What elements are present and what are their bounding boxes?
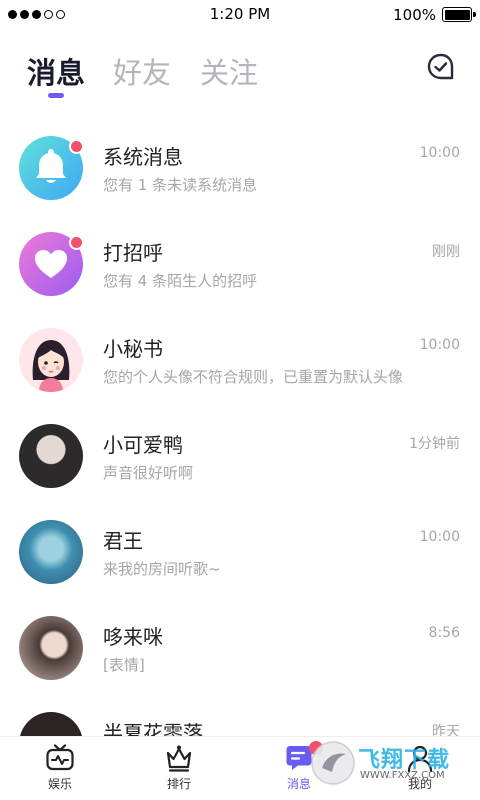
chat-bubble-check-icon[interactable] (426, 52, 456, 82)
unread-dot (69, 235, 84, 250)
nav-entertainment[interactable]: 娱乐 (20, 743, 100, 792)
active-tab-indicator (48, 93, 64, 98)
watermark-logo-icon (311, 741, 355, 785)
conversation-preview: 您有 4 条陌生人的招呼 (103, 272, 258, 290)
conversation-time: 10:00 (419, 145, 460, 161)
conversation-time: 刚刚 (432, 244, 460, 260)
conversation-row[interactable]: 小可爱鸭 1分钟前 声音很好听啊 (0, 408, 480, 504)
conversation-name: 哆来咪 (103, 625, 163, 649)
conversation-system-messages[interactable]: 系统消息 10:00 您有 1 条未读系统消息 (0, 120, 480, 216)
conversation-row[interactable]: 君王 10:00 来我的房间听歌~ (0, 504, 480, 600)
site-watermark: 飞翔下载 WWW.FXXZ.COM (310, 740, 470, 788)
tab-following[interactable]: 关注 (200, 50, 258, 92)
unread-dot (69, 139, 84, 154)
conversation-time: 1分钟前 (409, 436, 460, 452)
tv-icon (46, 744, 74, 771)
conversation-name: 小可爱鸭 (103, 433, 183, 457)
conversation-name: 打招呼 (103, 241, 163, 265)
conversation-secretary[interactable]: 小秘书 10:00 您的个人头像不符合规则，已重置为默认头像 (0, 312, 480, 408)
conversation-greetings[interactable]: 打招呼 刚刚 您有 4 条陌生人的招呼 (0, 216, 480, 312)
conversation-preview: 来我的房间听歌~ (103, 560, 221, 578)
conversation-preview: [表情] (103, 656, 145, 674)
user-avatar-photo (19, 520, 83, 584)
crown-icon (166, 745, 192, 772)
conversation-time: 8:56 (428, 625, 460, 641)
conversation-preview: 您的个人头像不符合规则，已重置为默认头像 (103, 368, 404, 386)
conversation-name: 系统消息 (103, 145, 183, 169)
conversation-row[interactable]: 哆来咪 8:56 [表情] (0, 600, 480, 696)
nav-ranking[interactable]: 排行 (139, 743, 219, 792)
tab-messages[interactable]: 消息 (27, 50, 85, 92)
user-avatar-photo (19, 616, 83, 680)
status-bar: 1:20 PM 100% (0, 0, 480, 30)
conversation-name: 小秘书 (103, 337, 163, 361)
conversation-list: 系统消息 10:00 您有 1 条未读系统消息 打招呼 刚刚 您有 4 条陌生人… (0, 120, 480, 792)
watermark-url: WWW.FXXZ.COM (360, 770, 445, 781)
nav-label: 排行 (166, 777, 191, 791)
battery-percentage: 100% (393, 6, 436, 24)
conversation-preview: 声音很好听啊 (103, 464, 194, 482)
tab-friends[interactable]: 好友 (113, 50, 171, 92)
conversation-time: 10:00 (419, 529, 460, 545)
conversation-time: 10:00 (419, 337, 460, 353)
cartoon-girl-avatar (19, 328, 83, 392)
user-avatar-photo (19, 424, 83, 488)
conversation-preview: 您有 1 条未读系统消息 (103, 176, 258, 194)
nav-label: 娱乐 (47, 777, 72, 791)
battery-icon (442, 7, 476, 22)
message-header: 消息 好友 关注 (0, 44, 480, 104)
conversation-name: 君王 (103, 529, 143, 553)
